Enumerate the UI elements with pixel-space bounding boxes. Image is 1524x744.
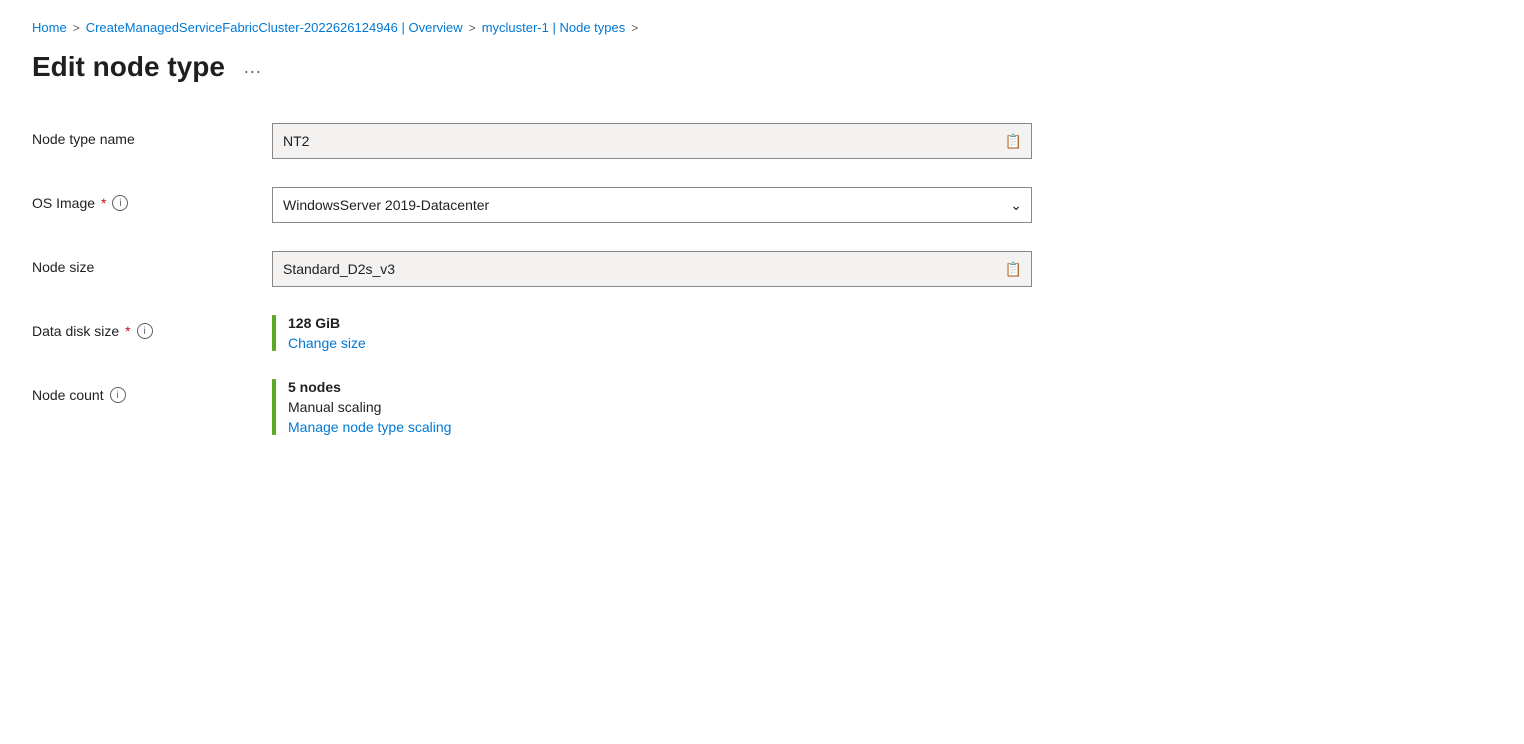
data-disk-size-label: Data disk size [32, 323, 119, 339]
page-title-row: Edit node type ... [32, 51, 1492, 83]
node-count-control: 5 nodes Manual scaling Manage node type … [272, 379, 1032, 435]
change-size-link[interactable]: Change size [288, 335, 366, 351]
data-disk-size-row: Data disk size * i 128 GiB Change size [32, 315, 1032, 351]
node-type-name-copy-button[interactable]: 📋 [1003, 131, 1024, 152]
node-type-name-label-col: Node type name [32, 123, 252, 147]
ellipsis-button[interactable]: ... [237, 51, 269, 83]
node-count-label: Node count [32, 387, 104, 403]
breadcrumb-cluster-overview[interactable]: CreateManagedServiceFabricCluster-202262… [86, 20, 463, 35]
os-image-info-icon[interactable]: i [112, 195, 128, 211]
edit-node-type-form: Node type name 📋 OS Image * i WindowsSer… [32, 123, 1032, 435]
node-size-control: 📋 [272, 251, 1032, 287]
node-type-name-control: 📋 [272, 123, 1032, 159]
node-count-value: 5 nodes [288, 379, 451, 395]
os-image-select[interactable]: WindowsServer 2019-Datacenter WindowsSer… [272, 187, 1032, 223]
node-size-input[interactable] [272, 251, 1032, 287]
copy-icon-2: 📋 [1005, 261, 1022, 278]
os-image-required-star: * [101, 195, 106, 211]
node-type-name-input-wrapper: 📋 [272, 123, 1032, 159]
data-disk-size-info-block: 128 GiB Change size [272, 315, 1032, 351]
os-image-control: WindowsServer 2019-Datacenter WindowsSer… [272, 187, 1032, 223]
breadcrumb-node-types[interactable]: mycluster-1 | Node types [482, 20, 626, 35]
os-image-select-wrapper: WindowsServer 2019-Datacenter WindowsSer… [272, 187, 1032, 223]
node-count-green-bar [272, 379, 276, 435]
node-type-name-input[interactable] [272, 123, 1032, 159]
node-size-label: Node size [32, 259, 94, 275]
node-count-scaling-label: Manual scaling [288, 399, 451, 415]
data-disk-size-green-bar [272, 315, 276, 351]
node-type-name-row: Node type name 📋 [32, 123, 1032, 159]
breadcrumb-home[interactable]: Home [32, 20, 67, 35]
os-image-row: OS Image * i WindowsServer 2019-Datacent… [32, 187, 1032, 223]
data-disk-size-control: 128 GiB Change size [272, 315, 1032, 351]
manage-node-type-scaling-link[interactable]: Manage node type scaling [288, 419, 451, 435]
node-count-label-col: Node count i [32, 379, 252, 403]
breadcrumb-sep-1: > [73, 21, 80, 35]
os-image-label: OS Image [32, 195, 95, 211]
node-count-info-block: 5 nodes Manual scaling Manage node type … [272, 379, 1032, 435]
data-disk-size-value: 128 GiB [288, 315, 366, 331]
breadcrumb-sep-3: > [631, 21, 638, 35]
node-count-row: Node count i 5 nodes Manual scaling Mana… [32, 379, 1032, 435]
data-disk-size-info-icon[interactable]: i [137, 323, 153, 339]
breadcrumb-sep-2: > [469, 21, 476, 35]
node-size-row: Node size 📋 [32, 251, 1032, 287]
data-disk-size-required-star: * [125, 323, 130, 339]
os-image-label-col: OS Image * i [32, 187, 252, 211]
copy-icon: 📋 [1005, 133, 1022, 150]
breadcrumb: Home > CreateManagedServiceFabricCluster… [32, 20, 1492, 35]
node-size-input-wrapper: 📋 [272, 251, 1032, 287]
data-disk-size-info-content: 128 GiB Change size [288, 315, 366, 351]
node-size-label-col: Node size [32, 251, 252, 275]
data-disk-size-label-col: Data disk size * i [32, 315, 252, 339]
node-type-name-label: Node type name [32, 131, 135, 147]
page-title: Edit node type [32, 51, 225, 83]
node-size-copy-button[interactable]: 📋 [1003, 259, 1024, 280]
node-count-info-icon[interactable]: i [110, 387, 126, 403]
node-count-info-content: 5 nodes Manual scaling Manage node type … [288, 379, 451, 435]
